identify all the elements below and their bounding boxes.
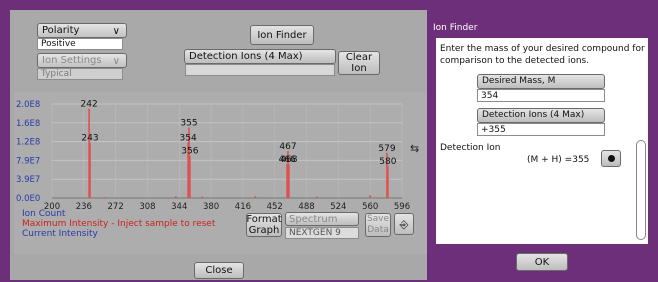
spectrum-label: Spectrum [285,212,359,226]
save-data-line1: Save [366,214,390,224]
swap-arrows-icon[interactable]: ⇆ [410,143,419,154]
peak-label: 243 [81,134,98,144]
peak-label: 356 [181,147,198,157]
peak-label: 579 [378,144,395,154]
save-data-button: Save Data [365,213,391,237]
legend-current-intensity: Current Intensity [22,229,98,239]
chevron-down-icon: ∨ [112,26,120,37]
peak-label: 355 [180,119,197,129]
x-tick-label: 524 [330,202,346,212]
export-button[interactable]: ⎆ [394,213,414,235]
y-tick-label: 1.2E8 [16,138,40,148]
y-tick-label: 1.6E8 [16,119,40,129]
legend-max-intensity: Maximum Intensity - Inject sample to res… [22,219,216,229]
x-tick-label: 560 [362,202,378,212]
y-tick-label: 7.9E7 [16,156,40,166]
x-tick-label: 308 [139,202,155,212]
detection-ion-heading: Detection Ion [440,143,501,153]
peak-label: 580 [379,157,396,167]
peak-label: 467 [279,142,296,152]
legend-ion-count: Ion Count [22,209,66,219]
format-graph-line1: Format [246,214,282,225]
x-tick-label: 416 [235,202,251,212]
ion-finder-button[interactable]: Ion Finder [250,25,314,45]
ion-settings-label: Ion Settings [42,55,102,66]
y-tick-label: 0.0E0 [16,194,40,204]
detection-ion-option-label: (M + H) =355 [527,155,590,165]
radio-selected-icon [607,155,615,162]
chevron-down-icon: ∨ [112,56,120,67]
control-area: Polarity ∨ Positive Ion Settings ∨ Typic… [14,14,427,89]
detection-ions-label: Detection Ions (4 Max) [184,49,336,64]
polarity-label: Polarity [42,25,80,36]
ion-settings-value: Typical [37,68,123,80]
y-tick-label: 2.0E8 [16,100,40,110]
desired-mass-label: Desired Mass, M [477,74,605,89]
dialog-scrollbar[interactable] [636,140,646,240]
detection-ions-field[interactable] [185,64,335,76]
y-tick-label: 3.9E7 [16,175,40,185]
dialog-instruction-line1: Enter the mass of your desired compound … [440,44,645,54]
spectrum-value: NEXTGEN 9 [285,227,359,239]
x-tick-label: 596 [394,202,410,212]
dialog-body [436,38,648,244]
polarity-value: Positive [37,38,123,50]
x-tick-label: 344 [171,202,187,212]
x-tick-label: 236 [76,202,92,212]
clear-ion-button[interactable]: Clear Ion [338,51,380,75]
close-button[interactable]: Close [194,262,244,279]
format-graph-button[interactable]: Format Graph [246,213,282,237]
polarity-dropdown[interactable]: Polarity ∨ [37,23,127,38]
clear-ion-line1: Clear [345,52,373,63]
peak-label: 242 [81,100,98,110]
x-tick-label: 380 [203,202,219,212]
spectrum-chart-area: 0.0E0 3.9E7 7.9E7 1.2E8 1.6E8 2.0E8 200 236 272 3… [14,92,427,254]
peak-label: 468 [280,155,297,165]
x-tick-label: 272 [108,202,124,212]
dialog-detection-ions-field[interactable]: +355 [477,123,605,136]
clear-ion-line2: Ion [351,63,367,74]
dialog-title: Ion Finder [433,23,478,33]
dialog-detection-ions-label: Detection Ions (4 Max) [477,108,605,123]
ion-settings-dropdown: Ion Settings ∨ [37,53,127,68]
save-data-line2: Data [367,225,389,235]
peak-label: 354 [180,134,197,144]
detection-ion-radio[interactable] [601,150,621,167]
x-tick-label: 488 [298,202,314,212]
x-tick-label: 452 [267,202,283,212]
export-icon: ⎆ [399,217,409,231]
dialog-instruction-line2: comparison to the detected ions. [440,56,590,66]
desired-mass-field[interactable]: 354 [477,89,605,102]
ok-button[interactable]: OK [516,253,568,271]
format-graph-line2: Graph [248,225,280,236]
